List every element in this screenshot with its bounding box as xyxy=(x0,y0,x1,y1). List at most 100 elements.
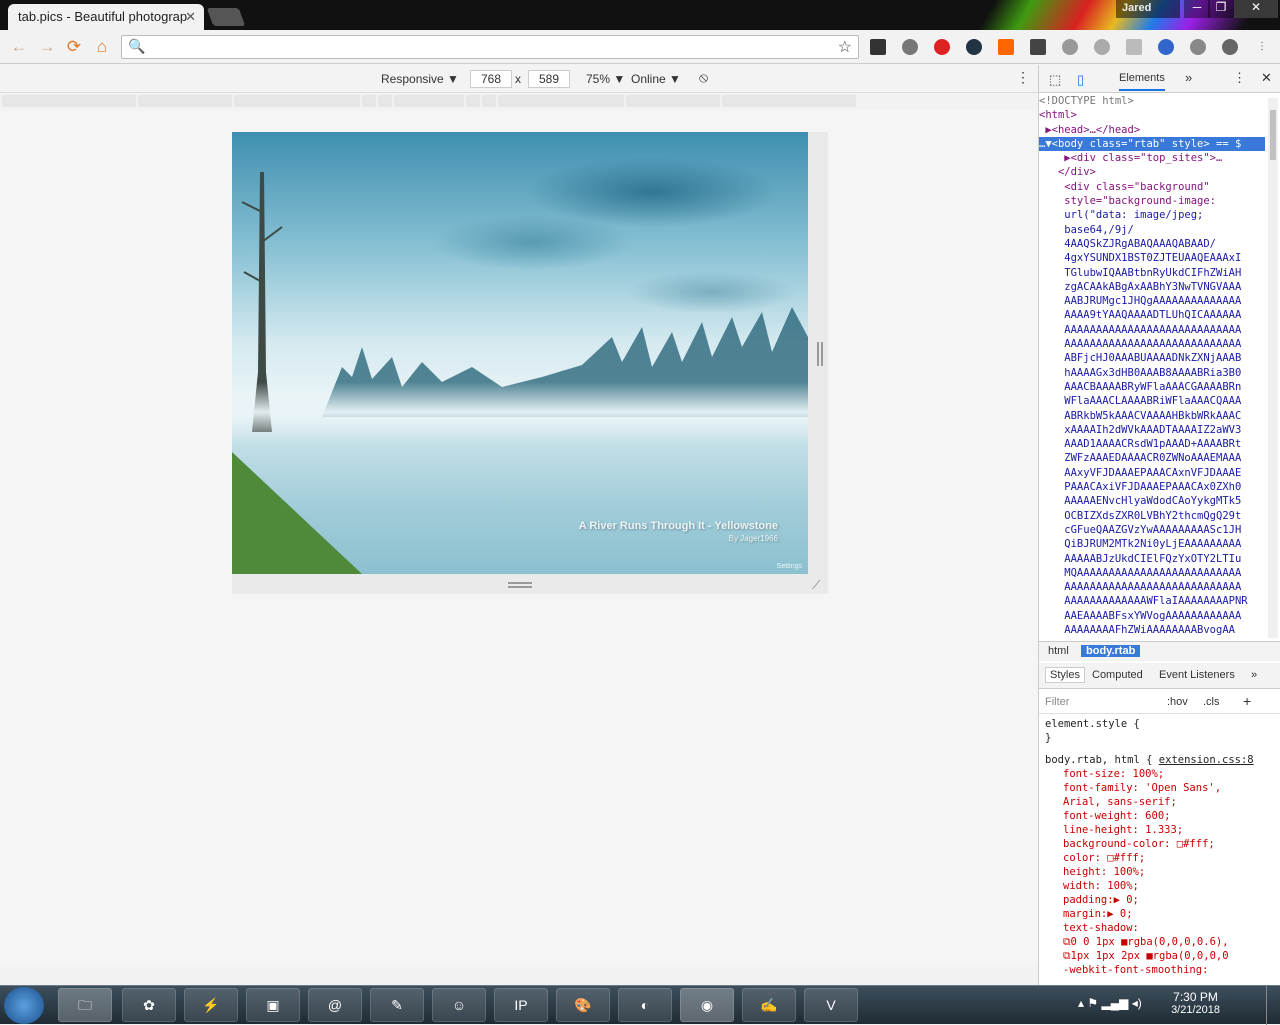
tab-event-listeners[interactable]: Event Listeners xyxy=(1159,669,1235,681)
css-property-line[interactable]: background-color: □#fff; xyxy=(1045,837,1267,851)
more-styles-tabs-button[interactable]: » xyxy=(1251,669,1257,681)
lock-extension-icon[interactable] xyxy=(966,39,982,55)
viewport-width-resize-handle[interactable] xyxy=(817,342,823,366)
dom-tree-line[interactable]: ABRkbW5kAAACVAAAAHBkbWRkAAAC xyxy=(1039,409,1265,423)
dom-tree-line[interactable]: AAACBAAAABRyWFlaAAACGAAAABRn xyxy=(1039,380,1265,394)
gimp-taskbar-icon[interactable]: ☺ xyxy=(432,988,486,1022)
dom-tree-line[interactable]: ZWFzAAAEDAAAACR0ZWNoAAAEMAAA xyxy=(1039,451,1265,465)
dom-tree-line[interactable]: AAAA9tYAAQAAAADTLUhQICAAAAAA xyxy=(1039,308,1265,322)
dom-tree-line[interactable]: WFlaAAACLAAAABRiWFlaAAACQAAA xyxy=(1039,394,1265,408)
dom-tree-line[interactable]: AAAAAAAAAAAAAWFlaIAAAAAAAAPNR xyxy=(1039,594,1265,608)
paint-taskbar-icon[interactable]: 🎨 xyxy=(556,988,610,1022)
tab-close-button[interactable]: ✕ xyxy=(185,9,196,25)
devtools-close-icon[interactable]: ✕ xyxy=(1261,70,1272,86)
extension-icon-3[interactable] xyxy=(934,39,950,55)
css-rule-source-link[interactable]: extension.css:8 xyxy=(1159,754,1254,766)
css-property-line[interactable]: ⧉1px 1px 2px ■rgba(0,0,0,0 xyxy=(1045,949,1267,963)
css-property-line[interactable]: margin:▶ 0; xyxy=(1045,907,1267,921)
dom-tree-line[interactable]: ▶<div class="top_sites">… xyxy=(1039,151,1265,165)
dom-tree-line[interactable]: xAAAAIh2dWVkAAADTAAAAIZ2aWV3 xyxy=(1039,423,1265,437)
element-style-open[interactable]: element.style { xyxy=(1045,717,1267,731)
close-window-button[interactable]: ✕ xyxy=(1234,0,1278,18)
drive-extension-icon[interactable] xyxy=(1190,39,1206,55)
dom-tree-line[interactable]: url("data: image/jpeg; xyxy=(1039,208,1265,222)
device-mode-select[interactable]: Responsive ▼ xyxy=(381,72,459,86)
notepad-plus-taskbar-icon[interactable]: ✍ xyxy=(742,988,796,1022)
css-property-line[interactable]: padding:▶ 0; xyxy=(1045,893,1267,907)
device-more-menu-icon[interactable]: ⋮ xyxy=(1016,69,1030,86)
s-extension-icon[interactable] xyxy=(1030,39,1046,55)
dom-tree-line[interactable]: AAAAAAAAAAAAAAAAAAAAAAAAAAAA xyxy=(1039,323,1265,337)
profile-button[interactable]: Jared xyxy=(1116,0,1180,18)
dom-tree-line[interactable]: TGlubwIQAABtbnRyUkdCIFhZWiAH xyxy=(1039,266,1265,280)
dom-tree-line[interactable]: 4AAQSkZJRgABAQAAAQABAAD/ xyxy=(1039,237,1265,251)
network-throttle-select[interactable]: Online ▼ xyxy=(631,72,681,86)
css-property-line[interactable]: font-size: 100%; xyxy=(1045,767,1267,781)
extension-icon-7[interactable] xyxy=(1062,39,1078,55)
app-taskbar-icon-4[interactable]: ▣ xyxy=(246,988,300,1022)
dom-tree-line[interactable]: zgACAAkABgAxAABhY3NwTVNGVAAA xyxy=(1039,280,1265,294)
css-property-line[interactable]: width: 100%; xyxy=(1045,879,1267,893)
dom-tree-line[interactable]: AABJRUMgc1JHQgAAAAAAAAAAAAAA xyxy=(1039,294,1265,308)
hover-state-toggle[interactable]: :hov xyxy=(1167,696,1188,708)
more-panels-button[interactable]: » xyxy=(1185,70,1192,85)
dom-tree-line[interactable]: base64,/9j/ xyxy=(1039,223,1265,237)
dom-tree-line[interactable]: AAAAAAAAAAAAAAAAAAAAAAAAAAAA xyxy=(1039,337,1265,351)
dom-tree-line[interactable]: ▶<head>…</head> xyxy=(1039,123,1265,137)
device-toolbar-toggle-icon[interactable]: ▯ xyxy=(1077,72,1084,88)
chrome-taskbar-icon[interactable]: ◉ xyxy=(680,988,734,1022)
styles-filter-input[interactable]: Filter xyxy=(1045,696,1069,708)
media-query-bar[interactable] xyxy=(2,95,1036,109)
explorer-taskbar-icon[interactable]: 🗀 xyxy=(58,988,112,1022)
extension-icon-9[interactable] xyxy=(1126,39,1142,55)
new-rule-button[interactable]: + xyxy=(1243,693,1251,709)
viewport-height-resize-handle[interactable] xyxy=(508,582,532,588)
dom-tree-line[interactable]: AAAAAAAAAAAAAAAAAAAAAAAAAAAA xyxy=(1039,580,1265,594)
extension-icon-2[interactable] xyxy=(902,39,918,55)
chrome-menu-icon[interactable]: ⋮ xyxy=(1254,39,1270,55)
dom-tree-line[interactable]: QiBJRUM2MTk2Ni0yLjEAAAAAAAAA xyxy=(1039,537,1265,551)
dom-tree-line[interactable]: PAAACAxiVFJDAAAEPAAACAx0ZXh0 xyxy=(1039,480,1265,494)
arrow-extension-icon[interactable] xyxy=(998,39,1014,55)
dom-tree-line[interactable]: hAAAAGx3dHB0AAAB8AAAABRia3B0 xyxy=(1039,366,1265,380)
settings-link[interactable]: Settings xyxy=(777,563,802,570)
dom-tree-line[interactable]: style="background-image: xyxy=(1039,194,1265,208)
css-property-line[interactable]: text-shadow: xyxy=(1045,921,1267,935)
dom-tree-line[interactable]: <!DOCTYPE html> xyxy=(1039,94,1265,108)
ipython-taskbar-icon[interactable]: IP xyxy=(494,988,548,1022)
tray-icons[interactable]: ▴ ⚑ ▂▄▆ ◂) xyxy=(1078,996,1142,1010)
extension-icon-10[interactable] xyxy=(1158,39,1174,55)
photo-title[interactable]: A River Runs Through It - Yellowstone xyxy=(579,520,778,532)
css-property-line[interactable]: font-family: 'Open Sans', xyxy=(1045,781,1267,795)
extension-icon-12[interactable] xyxy=(1222,39,1238,55)
app-taskbar-icon-10[interactable]: ◐ xyxy=(618,988,672,1022)
rotate-icon[interactable]: ⦸ xyxy=(699,69,708,86)
dom-tree-line[interactable]: OCBIZXdsZXR0LVBhY2thcmQgQ29t xyxy=(1039,509,1265,523)
show-desktop-button[interactable] xyxy=(1266,986,1280,1025)
tab-elements[interactable]: Elements xyxy=(1119,72,1165,91)
css-property-line[interactable]: line-height: 1.333; xyxy=(1045,823,1267,837)
tab-styles[interactable]: Styles xyxy=(1045,667,1085,683)
breadcrumb-body[interactable]: body.rtab xyxy=(1081,645,1141,657)
forward-button[interactable]: → xyxy=(36,37,58,57)
dom-tree-line[interactable]: AAAD1AAAACRsdW1pAAAD+AAAABRt xyxy=(1039,437,1265,451)
app-taskbar-icon-2[interactable]: ✿ xyxy=(122,988,176,1022)
dom-tree-line[interactable]: </div> xyxy=(1039,165,1265,179)
dom-tree-line[interactable]: ABFjcHJ0AAABUAAAADNkZXNjAAAB xyxy=(1039,351,1265,365)
tab-computed[interactable]: Computed xyxy=(1092,669,1143,681)
dom-tree-line[interactable]: MQAAAAAAAAAAAAAAAAAAAAAAAAAA xyxy=(1039,566,1265,580)
dom-tree[interactable]: <!DOCTYPE html> <html> ▶<head>…</head> …▼<… xyxy=(1039,94,1265,639)
browser-tab[interactable]: tab.pics - Beautiful photograp ✕ xyxy=(8,4,204,30)
css-property-line[interactable]: color: □#fff; xyxy=(1045,851,1267,865)
viewport-width-input[interactable]: 768 xyxy=(470,70,512,88)
css-property-line[interactable]: font-weight: 600; xyxy=(1045,809,1267,823)
dom-scrollbar[interactable] xyxy=(1268,98,1278,638)
start-button[interactable] xyxy=(4,987,44,1024)
viewport-corner-resize-handle[interactable]: ⟋ xyxy=(812,578,820,593)
dom-tree-line[interactable]: AAEAAAABFsxYWVogAAAAAAAAAAAA xyxy=(1039,609,1265,623)
dom-tree-line[interactable]: AAxyVFJDAAAEPAAACAxnVFJDAAAE xyxy=(1039,466,1265,480)
app-taskbar-icon-3[interactable]: ⚡ xyxy=(184,988,238,1022)
css-property-line[interactable]: ⧉0 0 1px ■rgba(0,0,0,0.6), xyxy=(1045,935,1267,949)
photo-author[interactable]: By Jager1966 xyxy=(579,534,778,543)
dom-tree-line[interactable]: 4gxYSUNDX1BST0ZJTEUAAQEAAAxI xyxy=(1039,251,1265,265)
